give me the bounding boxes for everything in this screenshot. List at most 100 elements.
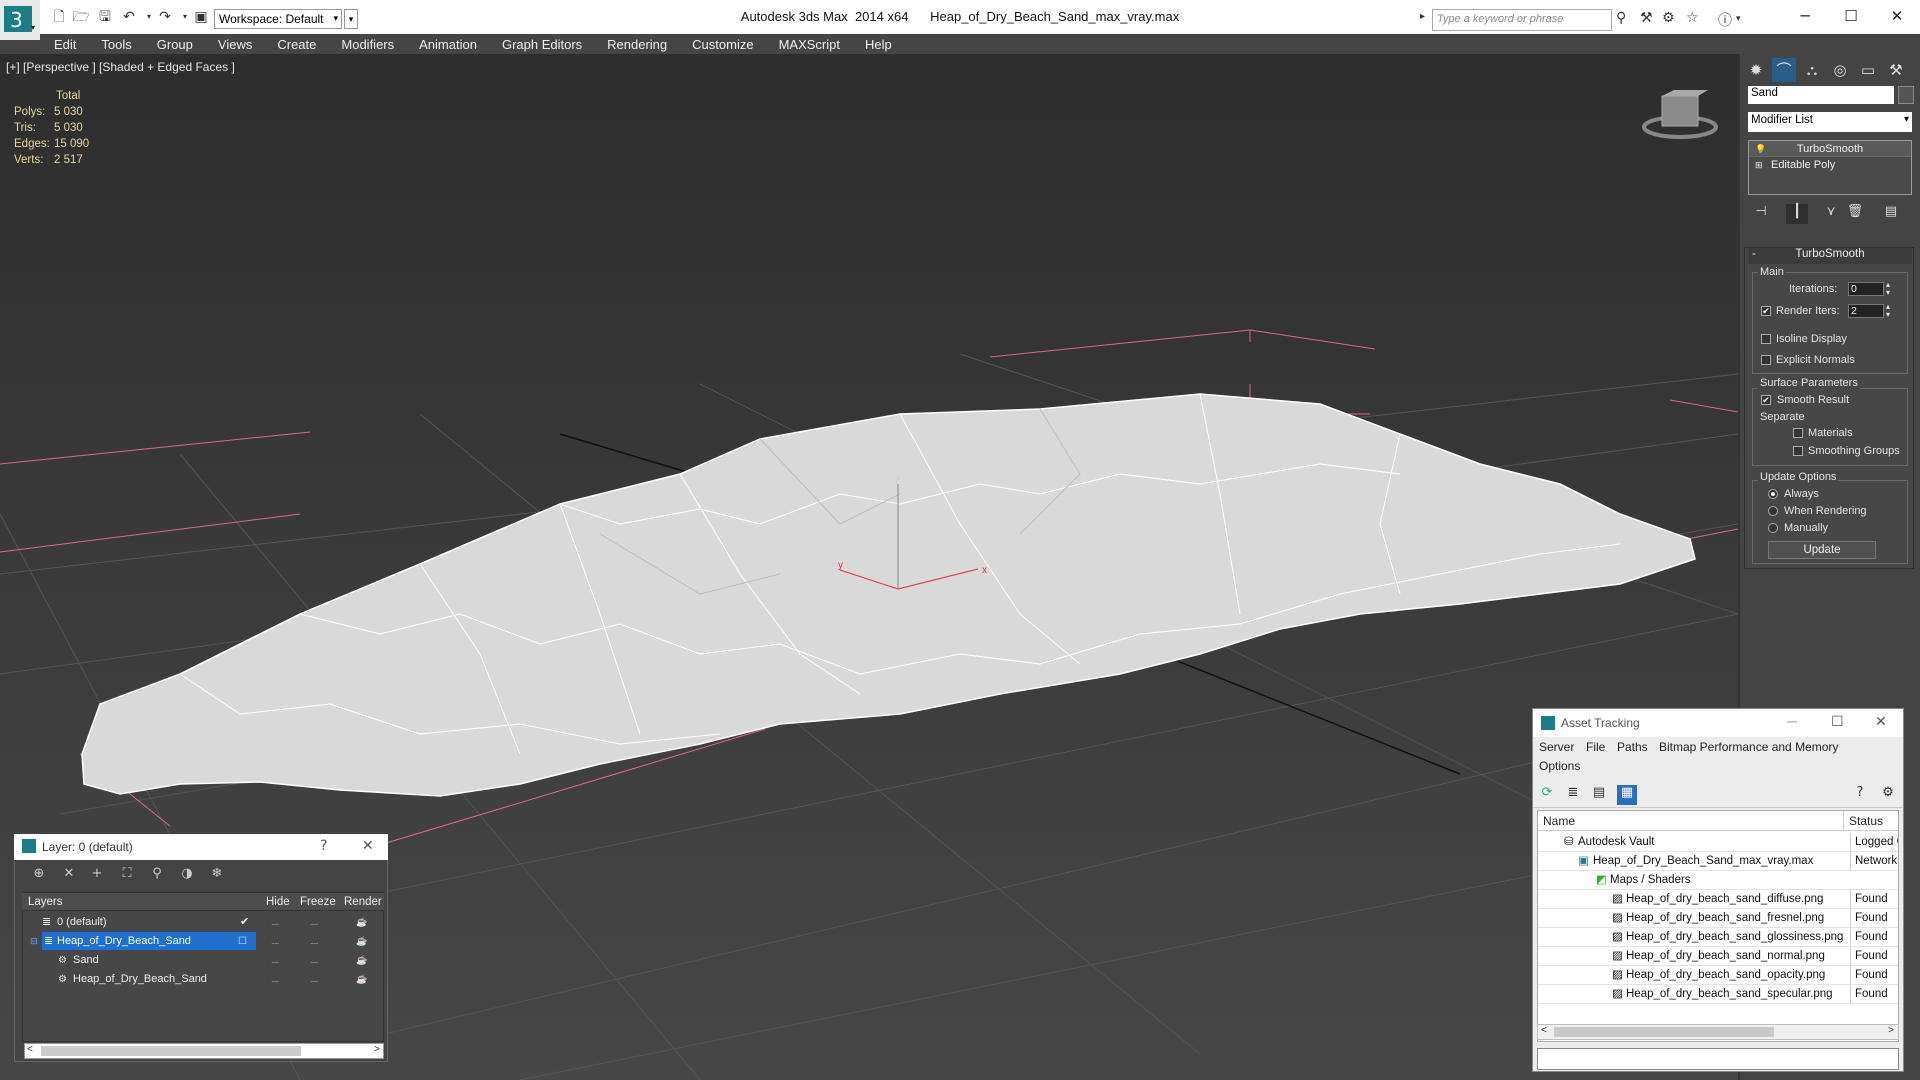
- freeze-toggle[interactable]: .....: [310, 951, 318, 970]
- menu-create[interactable]: Create: [263, 37, 327, 52]
- remove-modifier-icon[interactable]: 🗑: [1844, 204, 1866, 224]
- scrollbar-thumb[interactable]: [1554, 1027, 1774, 1037]
- asset-row[interactable]: ▨ Heap_of_dry_beach_sand_fresnel.png Found: [1538, 909, 1898, 928]
- menu-maxscript[interactable]: MAXScript: [765, 37, 851, 52]
- hierarchy-tab-icon[interactable]: ⛬: [1800, 58, 1824, 82]
- object-name-field[interactable]: Sand: [1748, 86, 1894, 104]
- freeze-toggle[interactable]: .....: [310, 913, 318, 932]
- hide-toggle[interactable]: .....: [271, 913, 279, 932]
- hide-toggle[interactable]: .....: [271, 951, 279, 970]
- asset-row[interactable]: ⛁ Autodesk Vault Logged C: [1538, 833, 1898, 852]
- make-unique-icon[interactable]: ⋎: [1820, 204, 1842, 224]
- add-selection-icon[interactable]: ☐: [238, 932, 247, 951]
- select-in-layer-icon[interactable]: ⛶: [116, 866, 138, 886]
- freeze-toggle[interactable]: .....: [310, 932, 318, 951]
- help-dropdown-icon[interactable]: ▾: [1736, 14, 1741, 24]
- iterations-spinner-arrows-icon[interactable]: ▴ ▾: [1886, 281, 1890, 297]
- render-iters-spinner[interactable]: 2: [1848, 304, 1884, 318]
- update-button[interactable]: Update: [1768, 541, 1876, 559]
- render-column-header[interactable]: Render: [344, 896, 382, 908]
- layer-row[interactable]: ⊟ ≣ Heap_of_Dry_Beach_Sand ☐ ..... .....…: [24, 932, 384, 951]
- hide-column-header[interactable]: Hide: [266, 896, 290, 908]
- object-color-swatch[interactable]: [1898, 86, 1914, 104]
- maximize-button[interactable]: ☐: [1834, 4, 1868, 28]
- configure-modifier-sets-icon[interactable]: ▤: [1880, 204, 1902, 224]
- menu-customize[interactable]: Customize: [678, 37, 764, 52]
- display-tab-icon[interactable]: ▭: [1856, 58, 1880, 82]
- asset-row[interactable]: ▨ Heap_of_dry_beach_sand_specular.png Foun…: [1538, 985, 1898, 1004]
- render-teapot-icon[interactable]: ☕: [356, 932, 367, 951]
- explicit-normals-checkbox[interactable]: [1761, 355, 1771, 365]
- minimize-button[interactable]: ─: [1788, 4, 1822, 28]
- name-column-header[interactable]: Name: [1543, 814, 1575, 828]
- motion-tab-icon[interactable]: ◎: [1828, 58, 1852, 82]
- layer-row[interactable]: ⚙ Heap_of_Dry_Beach_Sand ..... ..... ☕: [24, 970, 384, 989]
- scroll-left-icon[interactable]: <: [27, 1044, 33, 1055]
- smooth-result-checkbox[interactable]: [1761, 395, 1771, 405]
- status-column-header[interactable]: Status: [1849, 814, 1883, 828]
- always-radio[interactable]: [1768, 489, 1778, 499]
- render-iters-checkbox[interactable]: [1761, 306, 1771, 316]
- render-teapot-icon[interactable]: ☕: [356, 970, 367, 989]
- help-icon[interactable]: ?: [320, 838, 327, 854]
- layer-row[interactable]: ⚙ Sand ..... ..... ☕: [24, 951, 384, 970]
- render-iters-spinner-arrows-icon[interactable]: ▴ ▾: [1886, 303, 1890, 319]
- maximize-icon[interactable]: ☐: [1831, 713, 1844, 730]
- close-icon[interactable]: ✕: [1875, 713, 1887, 730]
- render-teapot-icon[interactable]: ☕: [356, 913, 367, 932]
- binoculars-icon[interactable]: ⚲: [1616, 10, 1626, 26]
- utilities-tab-icon[interactable]: ⚒: [1884, 58, 1908, 82]
- asset-path-field[interactable]: [1537, 1048, 1899, 1070]
- subscription-icon[interactable]: ⚒: [1640, 10, 1653, 26]
- stack-item-editable-poly[interactable]: ⊞ Editable Poly: [1749, 157, 1911, 173]
- hide-all-layers-icon[interactable]: ◑: [176, 866, 198, 886]
- search-expand-icon[interactable]: ▸: [1420, 11, 1425, 22]
- help-icon[interactable]: ?: [1850, 785, 1870, 805]
- layers-column-header[interactable]: Layers: [28, 896, 63, 908]
- communication-icon[interactable]: ⚙: [1662, 10, 1675, 26]
- isoline-display-checkbox[interactable]: [1761, 334, 1771, 344]
- rollout-header[interactable]: - TurboSmooth: [1748, 248, 1912, 264]
- menu-rendering[interactable]: Rendering: [593, 37, 678, 52]
- asset-row[interactable]: ▨ Heap_of_dry_beach_sand_normal.png Found: [1538, 947, 1898, 966]
- scroll-left-icon[interactable]: <: [1541, 1025, 1547, 1036]
- menu-bitmap-performance[interactable]: Bitmap Performance and Memory: [1659, 740, 1838, 754]
- asset-row[interactable]: ▨ Heap_of_dry_beach_sand_diffuse.png Found: [1538, 890, 1898, 909]
- menu-server[interactable]: Server: [1539, 740, 1574, 754]
- context-help-icon[interactable]: ⚙: [1878, 785, 1898, 805]
- menu-paths[interactable]: Paths: [1617, 740, 1648, 754]
- when-rendering-radio[interactable]: [1768, 506, 1778, 516]
- show-end-result-icon[interactable]: ┃: [1786, 204, 1808, 224]
- scroll-right-icon[interactable]: >: [1888, 1025, 1894, 1036]
- table-view-icon[interactable]: ▦: [1617, 785, 1637, 805]
- hide-toggle[interactable]: .....: [271, 970, 279, 989]
- menu-group[interactable]: Group: [143, 37, 204, 52]
- render-teapot-icon[interactable]: ☕: [356, 951, 367, 970]
- menu-options[interactable]: Options: [1539, 759, 1580, 773]
- menu-graph-editors[interactable]: Graph Editors: [488, 37, 593, 52]
- add-to-layer-icon[interactable]: +: [86, 866, 108, 886]
- menu-animation[interactable]: Animation: [405, 37, 488, 52]
- viewcube-icon[interactable]: [1642, 90, 1718, 139]
- viewport-label[interactable]: [+] [Perspective ] [Shaded + Edged Faces…: [6, 60, 235, 74]
- stack-item-turbosmooth[interactable]: 💡 TurboSmooth: [1749, 141, 1911, 157]
- freeze-all-layers-icon[interactable]: ❄: [206, 866, 228, 886]
- asset-row[interactable]: ▣ Heap_of_Dry_Beach_Sand_max_vray.max Netw…: [1538, 852, 1898, 871]
- scrollbar-thumb[interactable]: [41, 1046, 301, 1056]
- asset-row[interactable]: ▨ Heap_of_dry_beach_sand_opacity.png Found: [1538, 966, 1898, 985]
- favorites-star-icon[interactable]: ☆: [1686, 10, 1699, 26]
- menu-file[interactable]: File: [1586, 740, 1605, 754]
- asset-row[interactable]: ▨ Heap_of_dry_beach_sand_glossiness.png Fo…: [1538, 928, 1898, 947]
- materials-checkbox[interactable]: [1793, 428, 1803, 438]
- menu-tools[interactable]: Tools: [87, 37, 142, 52]
- delete-layer-icon[interactable]: ✕: [58, 866, 80, 886]
- close-icon[interactable]: ✕: [362, 838, 374, 854]
- help-icon[interactable]: ⓘ: [1718, 10, 1732, 30]
- asset-horizontal-scrollbar[interactable]: < >: [1537, 1024, 1899, 1040]
- layer-row[interactable]: ≣ 0 (default) ✔ ..... ..... ☕: [24, 913, 384, 932]
- asset-row[interactable]: ◩ Maps / Shaders: [1538, 871, 1898, 890]
- modify-tab-icon[interactable]: ⌒: [1772, 58, 1796, 82]
- expand-minus-icon[interactable]: ⊟: [30, 932, 38, 951]
- menu-modifiers[interactable]: Modifiers: [327, 37, 405, 52]
- hide-toggle[interactable]: .....: [271, 932, 279, 951]
